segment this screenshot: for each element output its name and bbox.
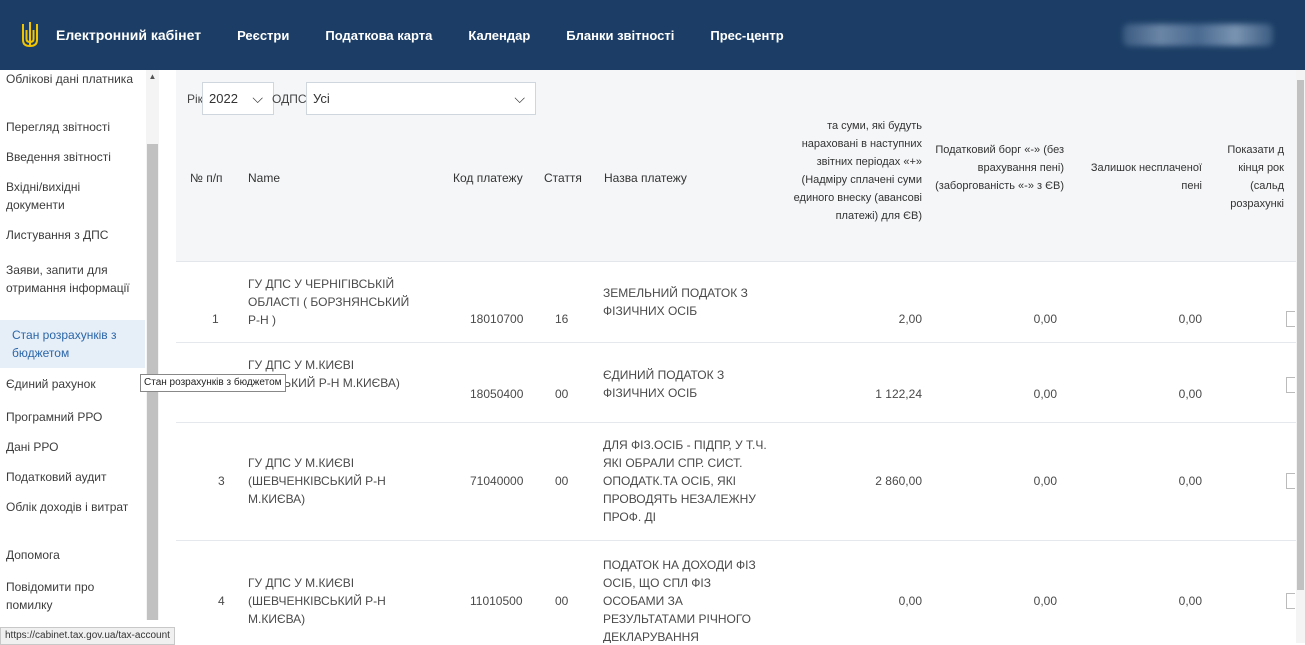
odps-label: ОДПС (272, 92, 307, 106)
filter-panel: Рік 2022 ⌵ ОДПС Усі ⌵ (176, 70, 1296, 126)
row2-checkbox[interactable] (1286, 377, 1295, 393)
sidebar-item-rro-data[interactable]: Дані РРО (6, 438, 140, 456)
row1-debt: 0,00 (1033, 312, 1057, 326)
user-account-blurred[interactable] (1123, 24, 1273, 46)
sidebar-tooltip: Стан розрахунків з бюджетом (140, 374, 286, 392)
col-accrued[interactable]: та суми, які будуть нараховані в наступн… (772, 117, 922, 225)
year-label: Рік (187, 92, 203, 106)
row-divider (176, 342, 1296, 343)
main-nav: Реєстри Податкова карта Календар Бланки … (237, 28, 820, 43)
row-divider (176, 540, 1296, 541)
year-value: 2022 (209, 91, 238, 106)
row2-code: 18050400 (470, 387, 524, 401)
sidebar-item-income-expenses[interactable]: Облік доходів і витрат (6, 498, 140, 516)
nav-calendar[interactable]: Календар (468, 28, 530, 43)
browser-status-url: https://cabinet.tax.gov.ua/tax-account (0, 627, 175, 645)
row4-penalty: 0,00 (1178, 594, 1202, 608)
sidebar-item-report-error[interactable]: Повідомити про помилку (6, 578, 140, 614)
col-name[interactable]: Name (248, 169, 280, 187)
sidebar-item-budget-status[interactable]: Стан розрахунків з бюджетом (0, 320, 145, 368)
nav-press-center[interactable]: Прес-центр (710, 28, 783, 43)
row1-payname: ЗЕМЕЛЬНИЙ ПОДАТОК З ФІЗИЧНИХ ОСІБ (603, 286, 748, 318)
sidebar-item-tax-audit[interactable]: Податковий аудит (6, 468, 140, 486)
row4-accrued: 0,00 (898, 594, 922, 608)
odps-select[interactable]: Усі ⌵ (306, 82, 536, 115)
page-scroll-thumb[interactable] (1297, 80, 1304, 590)
row4-num: 4 (218, 594, 225, 608)
sidebar-item-view-reports[interactable]: Перегляд звітності (6, 118, 140, 136)
scroll-up-icon[interactable]: ▲ (146, 72, 159, 82)
row1-num: 1 (212, 312, 219, 326)
row1-accrued: 2,00 (898, 312, 922, 326)
sidebar-item-documents[interactable]: Вхідні/вихідні документи (6, 178, 140, 214)
sidebar-item-requests[interactable]: Заяви, запити для отримання інформації (6, 261, 140, 297)
row4-debt: 0,00 (1033, 594, 1057, 608)
row3-penalty: 0,00 (1178, 474, 1202, 488)
row2-article: 00 (555, 387, 569, 401)
row1-checkbox[interactable] (1286, 311, 1295, 327)
row2-debt: 0,00 (1033, 387, 1057, 401)
brand-title[interactable]: Електронний кабінет (56, 27, 201, 43)
sidebar-item-account-data[interactable]: Облікові дані платника (6, 70, 140, 88)
row4-payname: ПОДАТОК НА ДОХОДИ ФІЗ ОСІБ, ЩО СПЛ ФІЗ О… (603, 558, 756, 643)
nav-report-forms[interactable]: Бланки звітності (566, 28, 674, 43)
row1-name: ГУ ДПС У ЧЕРНІГІВСЬКІЙ ОБЛАСТІ ( БОРЗНЯН… (248, 277, 410, 327)
trident-logo-icon[interactable] (20, 20, 40, 50)
sidebar: Облікові дані платника Перегляд звітност… (0, 70, 160, 643)
sidebar-item-help[interactable]: Допомога (6, 546, 140, 564)
row2-accrued: 1 122,24 (875, 387, 922, 401)
row4-name: ГУ ДПС У М.КИЄВІ (ШЕВЧЕНКІВСЬКИЙ Р-Н М.К… (248, 576, 386, 626)
table-header: № п/п Name Код платежу Стаття Назва плат… (176, 120, 1296, 262)
row3-code: 71040000 (470, 474, 524, 488)
sidebar-item-enter-reports[interactable]: Введення звітності (6, 148, 140, 166)
nav-tax-map[interactable]: Податкова карта (325, 28, 432, 43)
year-select[interactable]: 2022 ⌵ (202, 82, 274, 115)
row2-payname: ЄДИНИЙ ПОДАТОК З ФІЗИЧНИХ ОСІБ (603, 368, 725, 400)
col-article[interactable]: Стаття (544, 169, 582, 187)
row4-article: 00 (555, 594, 569, 608)
row2-penalty: 0,00 (1178, 387, 1202, 401)
nav-registries[interactable]: Реєстри (237, 28, 289, 43)
row3-num: 3 (218, 474, 225, 488)
sidebar-item-label: Стан розрахунків з бюджетом (12, 328, 117, 360)
row4-code: 11010500 (470, 594, 523, 608)
row3-accrued: 2 860,00 (875, 474, 922, 488)
col-num[interactable]: № п/п (190, 169, 223, 187)
top-bar: Електронний кабінет Реєстри Податкова ка… (0, 0, 1305, 70)
row1-article: 16 (555, 312, 569, 326)
row4-checkbox[interactable] (1286, 593, 1295, 609)
sidebar-item-software-rro[interactable]: Програмний РРО (6, 408, 140, 426)
sidebar-item-single-account[interactable]: Єдиний рахунок (6, 375, 140, 393)
chevron-down-icon: ⌵ (514, 90, 525, 106)
row3-checkbox[interactable] (1286, 473, 1295, 489)
chevron-down-icon: ⌵ (252, 90, 263, 106)
col-debt[interactable]: Податковий борг «-» (без врахування пені… (934, 141, 1064, 195)
row1-code: 18010700 (470, 312, 524, 326)
row-divider (176, 422, 1296, 423)
sidebar-item-correspondence[interactable]: Листування з ДПС (6, 226, 140, 244)
row3-debt: 0,00 (1033, 474, 1057, 488)
col-code[interactable]: Код платежу (453, 169, 523, 187)
row1-penalty: 0,00 (1178, 312, 1202, 326)
col-payname[interactable]: Назва платежу (604, 169, 687, 187)
col-show-balance[interactable]: Показати д кінця рок (сальд розрахункі (1226, 141, 1284, 213)
row3-payname: ДЛЯ ФІЗ.ОСІБ - ПІДПР, У Т.Ч. ЯКІ ОБРАЛИ … (603, 438, 767, 524)
row3-name: ГУ ДПС У М.КИЄВІ (ШЕВЧЕНКІВСЬКИЙ Р-Н М.К… (248, 456, 386, 506)
row3-article: 00 (555, 474, 569, 488)
odps-value: Усі (313, 91, 330, 106)
col-penalty[interactable]: Залишок несплаченої пені (1082, 159, 1202, 195)
